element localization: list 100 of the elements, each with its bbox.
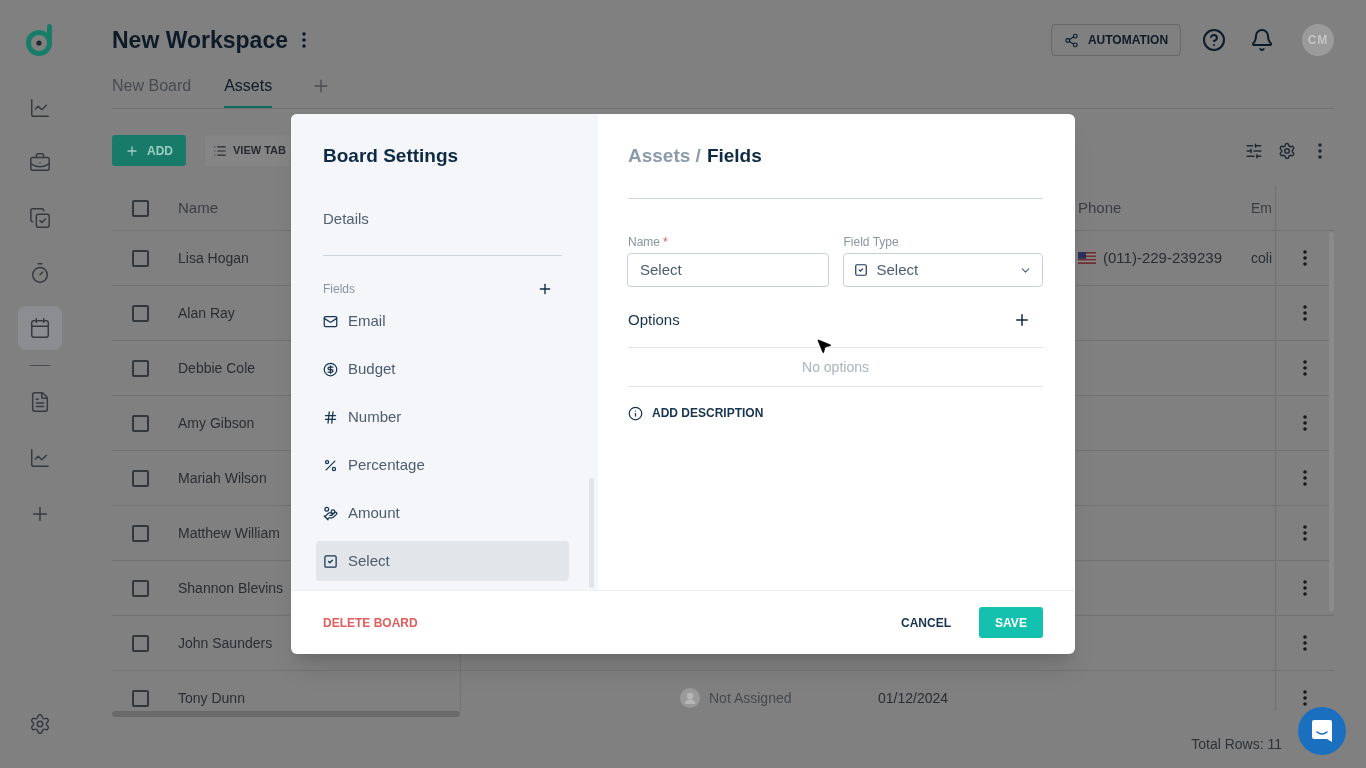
plus-icon: [125, 143, 139, 158]
section-label: Fields: [323, 281, 355, 298]
column-header: Phone: [1078, 199, 1122, 216]
required-mark: *: [663, 234, 668, 251]
date-text: 01/12/2024: [878, 690, 949, 706]
field-list-item[interactable]: Amount: [316, 493, 569, 533]
cancel-button[interactable]: CANCEL: [901, 613, 951, 632]
info-icon: [628, 405, 643, 421]
empty-options-text: No options: [802, 357, 869, 377]
field-list-item[interactable]: Budget: [316, 349, 569, 389]
chat-button[interactable]: [1298, 707, 1346, 755]
breadcrumb-current: Fields: [706, 144, 762, 168]
share-nodes-icon: [1063, 32, 1079, 48]
checkbox[interactable]: [132, 359, 149, 377]
checkbox[interactable]: [132, 579, 149, 597]
row-menu-button[interactable]: [1300, 305, 1310, 321]
email-text: coli: [1251, 250, 1272, 266]
more-icon: [302, 32, 306, 48]
sliders-icon: [1245, 141, 1263, 160]
notifications-button[interactable]: [1249, 27, 1275, 53]
workspace-title: New Workspace: [112, 28, 288, 52]
more-icon: [1303, 470, 1307, 486]
field-list-item[interactable]: Number: [316, 397, 569, 437]
field-label: Field Type: [842, 234, 899, 251]
name-text: Debbie Cole: [178, 358, 256, 378]
name-text: Matthew William: [178, 523, 280, 543]
mouse-cursor-icon: [815, 337, 833, 355]
name-text: Lisa Hogan: [178, 248, 249, 268]
more-icon: [1303, 305, 1307, 321]
name-text: Amy Gibson: [178, 413, 255, 433]
checkbox[interactable]: [132, 414, 149, 432]
bell-icon: [1250, 28, 1274, 52]
chat-bubble-icon: [1312, 720, 1332, 742]
field-label: Name: [627, 234, 660, 251]
view-table-button[interactable]: VIEW TAB: [205, 135, 291, 166]
settings-icon: [1278, 141, 1296, 160]
nav-button[interactable]: [18, 306, 62, 350]
hash-icon: [323, 409, 338, 425]
name-text: Mariah Wilson: [178, 468, 267, 488]
add-description-button[interactable]: ADD DESCRIPTION: [628, 403, 764, 423]
help-button[interactable]: [1201, 27, 1227, 53]
envelope-icon: [323, 313, 338, 329]
settings-icon: [29, 713, 51, 735]
details-link[interactable]: Details: [323, 208, 369, 230]
document-icon: [29, 391, 51, 413]
checkbox[interactable]: [132, 524, 149, 542]
add-field-button[interactable]: [537, 281, 553, 297]
briefcase-icon: [29, 152, 51, 174]
row-menu-button[interactable]: [1300, 415, 1310, 431]
row-menu-button[interactable]: [1300, 690, 1310, 706]
stopwatch-icon: [29, 262, 51, 284]
copy-check-icon: [29, 207, 51, 229]
person-avatar-icon: [680, 688, 700, 708]
delete-board-button[interactable]: DELETE BOARD: [323, 613, 418, 632]
total-rows-text: Total Rows: 11: [1191, 735, 1282, 754]
list-icon: [213, 143, 227, 158]
field-list-item[interactable]: Percentage: [316, 445, 569, 485]
checkbox[interactable]: [132, 304, 149, 322]
field-list-item[interactable]: Email: [316, 301, 569, 341]
field-list-item[interactable]: Select: [316, 541, 569, 581]
hand-coins-icon: [323, 505, 338, 521]
row-menu-button[interactable]: [1300, 250, 1310, 266]
row-menu-button[interactable]: [1300, 470, 1310, 486]
checkbox-icon: [323, 553, 338, 569]
calendar-icon: [29, 317, 51, 339]
plus-icon: [537, 281, 553, 297]
checkbox[interactable]: [132, 249, 149, 267]
logo-icon: [26, 24, 54, 56]
row-menu-button[interactable]: [1300, 360, 1310, 376]
more-icon: [1303, 360, 1307, 376]
checkbox[interactable]: [132, 689, 149, 707]
name-text: John Saunders: [178, 633, 273, 653]
more-icon: [1303, 635, 1307, 651]
flag-icon: [1078, 252, 1096, 264]
more-icon: [1303, 250, 1307, 266]
more-icon: [1318, 142, 1322, 159]
line-chart-icon: [29, 447, 51, 469]
assignee-text: Not Assigned: [709, 688, 792, 708]
name-text: Shannon Blevins: [178, 578, 284, 598]
vertical-scrollbar[interactable]: [1329, 232, 1334, 612]
field-type-select[interactable]: Select: [842, 253, 1043, 287]
column-header: Em: [1251, 200, 1272, 216]
name-input[interactable]: Select: [627, 253, 829, 287]
checkbox[interactable]: [132, 469, 149, 487]
row-menu-button[interactable]: [1300, 635, 1310, 651]
name-text: Tony Dunn: [178, 688, 245, 708]
more-icon: [1303, 415, 1307, 431]
row-menu-button[interactable]: [1300, 525, 1310, 541]
checkbox[interactable]: [132, 199, 149, 217]
tab[interactable]: Assets: [224, 64, 273, 108]
percent-icon: [323, 457, 338, 473]
automation-button[interactable]: AUTOMATION: [1051, 24, 1181, 56]
checkbox-icon: [853, 263, 868, 277]
phone-text: (011)-229-239239: [1103, 247, 1222, 268]
options-heading: Options: [628, 309, 680, 330]
row-menu-button[interactable]: [1300, 580, 1310, 596]
name-text: Alan Ray: [178, 303, 235, 323]
checkbox[interactable]: [132, 634, 149, 652]
add-option-button[interactable]: [1013, 311, 1031, 329]
column-header: Name: [178, 197, 218, 218]
